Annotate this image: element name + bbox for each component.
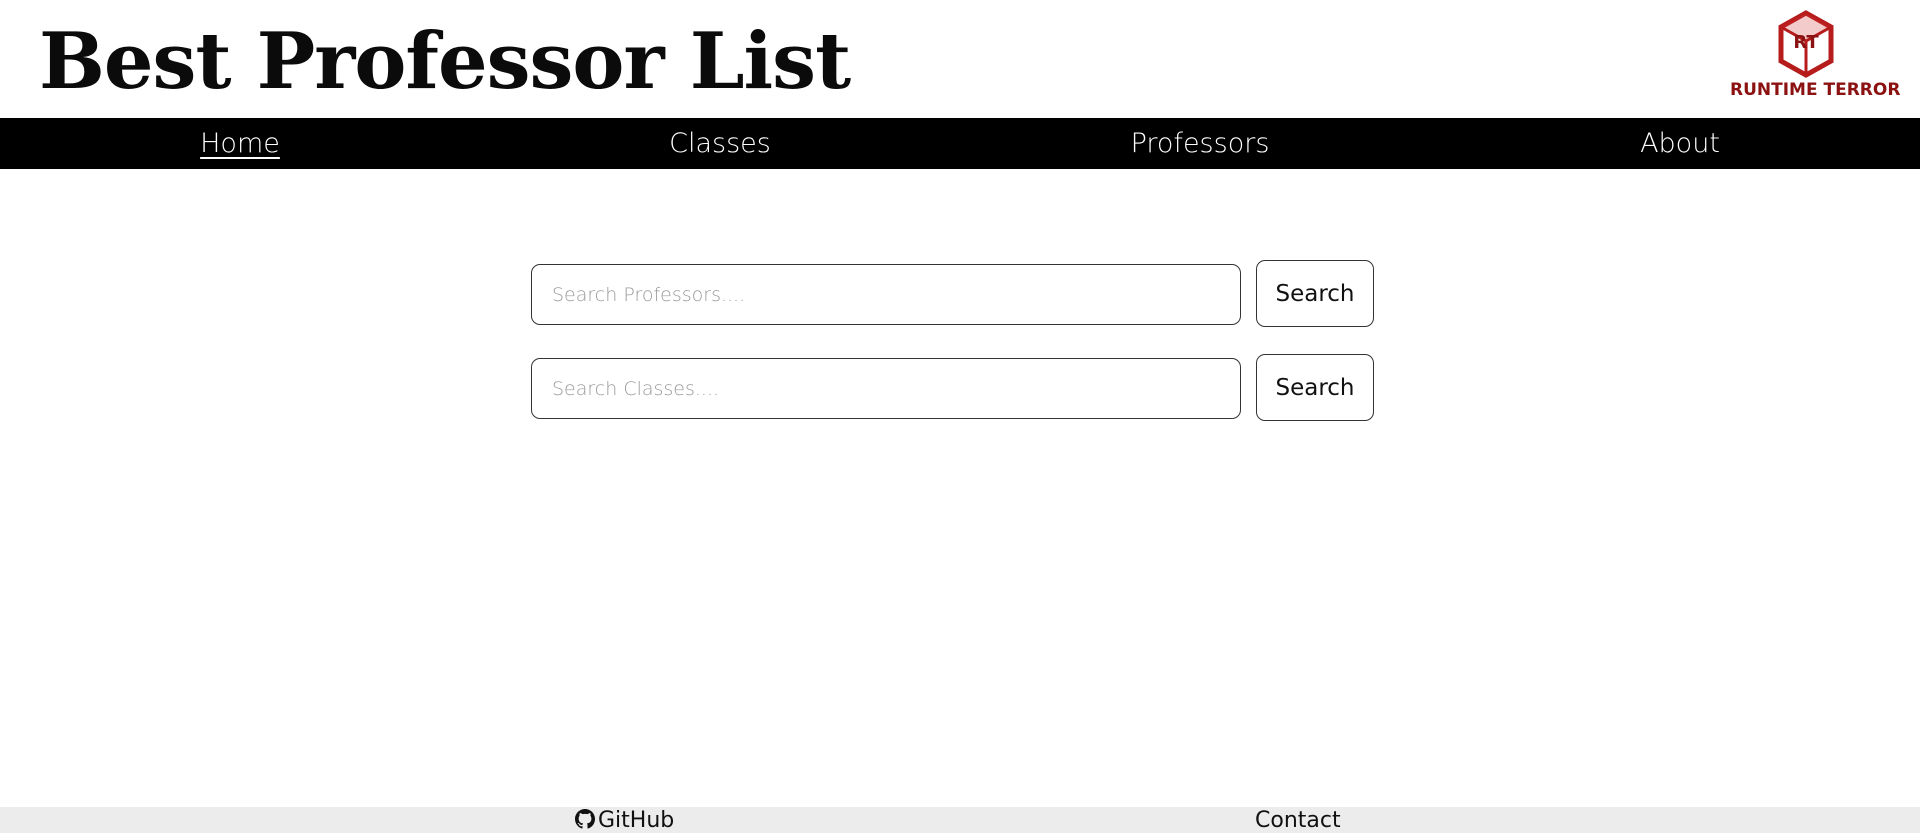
- github-link[interactable]: GitHub: [575, 807, 674, 833]
- page: Best Professor List RT RUNTIME TERROR Ho…: [0, 0, 1920, 833]
- cube-logo-icon: RT: [1778, 10, 1834, 78]
- search-classes-input[interactable]: [531, 358, 1241, 419]
- nav-item-label: Home: [200, 128, 280, 159]
- search-classes-row: Search: [531, 353, 1374, 421]
- logo-text: RUNTIME TERROR: [1730, 80, 1901, 100]
- search-professors-input[interactable]: [531, 264, 1241, 325]
- nav-item-classes[interactable]: Classes: [480, 118, 960, 169]
- page-title: Best Professor List: [39, 16, 851, 107]
- search-professors-button[interactable]: Search: [1256, 260, 1374, 327]
- nav-item-about[interactable]: About: [1440, 118, 1920, 169]
- contact-link[interactable]: Contact: [1255, 807, 1341, 833]
- search-professors-row: Search: [531, 259, 1374, 327]
- github-label: GitHub: [598, 808, 675, 833]
- site-header: Best Professor List RT RUNTIME TERROR: [0, 0, 1920, 118]
- nav-item-label: Classes: [669, 128, 771, 159]
- site-footer: GitHub Contact: [0, 807, 1920, 833]
- main-nav: Home Classes Professors About: [0, 118, 1920, 169]
- nav-item-label: About: [1640, 128, 1720, 159]
- logo-initials: RT: [1793, 32, 1819, 53]
- nav-item-label: Professors: [1130, 128, 1270, 159]
- nav-item-professors[interactable]: Professors: [960, 118, 1440, 169]
- search-classes-button[interactable]: Search: [1256, 354, 1374, 421]
- nav-item-home[interactable]: Home: [0, 118, 480, 169]
- runtime-terror-logo[interactable]: RT RUNTIME TERROR: [1730, 8, 1901, 108]
- github-icon: [575, 809, 595, 829]
